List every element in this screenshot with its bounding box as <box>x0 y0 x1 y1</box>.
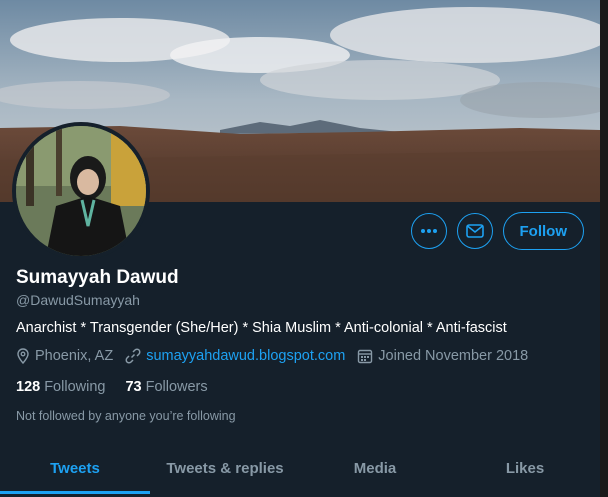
tab-likes[interactable]: Likes <box>450 442 600 494</box>
location-text: Phoenix, AZ <box>35 348 114 364</box>
joined-text: Joined November 2018 <box>378 348 529 364</box>
follow-button[interactable]: Follow <box>502 212 584 250</box>
profile-name: Sumayyah Dawud <box>16 267 179 288</box>
window-edge <box>600 0 608 497</box>
followed-by-note: Not followed by anyone you’re following <box>16 409 236 423</box>
followers-label: Followers <box>145 379 208 395</box>
website-item[interactable]: sumayyahdawud.blogspot.com <box>125 348 345 364</box>
link-icon <box>125 348 141 364</box>
message-button[interactable] <box>456 213 493 249</box>
location-pin-icon <box>17 348 29 364</box>
following-label: Following <box>44 379 106 395</box>
avatar[interactable] <box>12 122 150 260</box>
more-button[interactable] <box>410 213 447 249</box>
follow-counts: 128 Following 73 Followers <box>16 379 228 395</box>
profile-bio: Anarchist * Transgender (She/Her) * Shia… <box>16 320 507 336</box>
followers-link[interactable]: 73 Followers <box>125 379 207 395</box>
tab-tweets-and-replies[interactable]: Tweets & replies <box>150 442 300 494</box>
tab-media[interactable]: Media <box>300 442 450 494</box>
profile-tabs: Tweets Tweets & replies Media Likes <box>0 442 600 494</box>
profile-handle: @DawudSumayyah <box>16 292 140 308</box>
profile-page: Follow Sumayyah Dawud @DawudSumayyah Ana… <box>0 0 601 497</box>
joined-item: Joined November 2018 <box>357 348 528 364</box>
following-count: 128 <box>16 379 41 395</box>
website-link[interactable]: sumayyahdawud.blogspot.com <box>146 348 345 364</box>
profile-meta: Phoenix, AZ sumayyahdawud.blogspot.com J… <box>16 348 540 364</box>
followers-count: 73 <box>125 379 142 395</box>
location-item: Phoenix, AZ <box>16 348 113 364</box>
envelope-icon <box>465 224 484 238</box>
calendar-icon <box>358 349 373 364</box>
tab-tweets[interactable]: Tweets <box>0 442 150 494</box>
more-dots-icon <box>420 229 437 233</box>
profile-actions: Follow <box>410 212 584 250</box>
following-link[interactable]: 128 Following <box>16 379 105 395</box>
